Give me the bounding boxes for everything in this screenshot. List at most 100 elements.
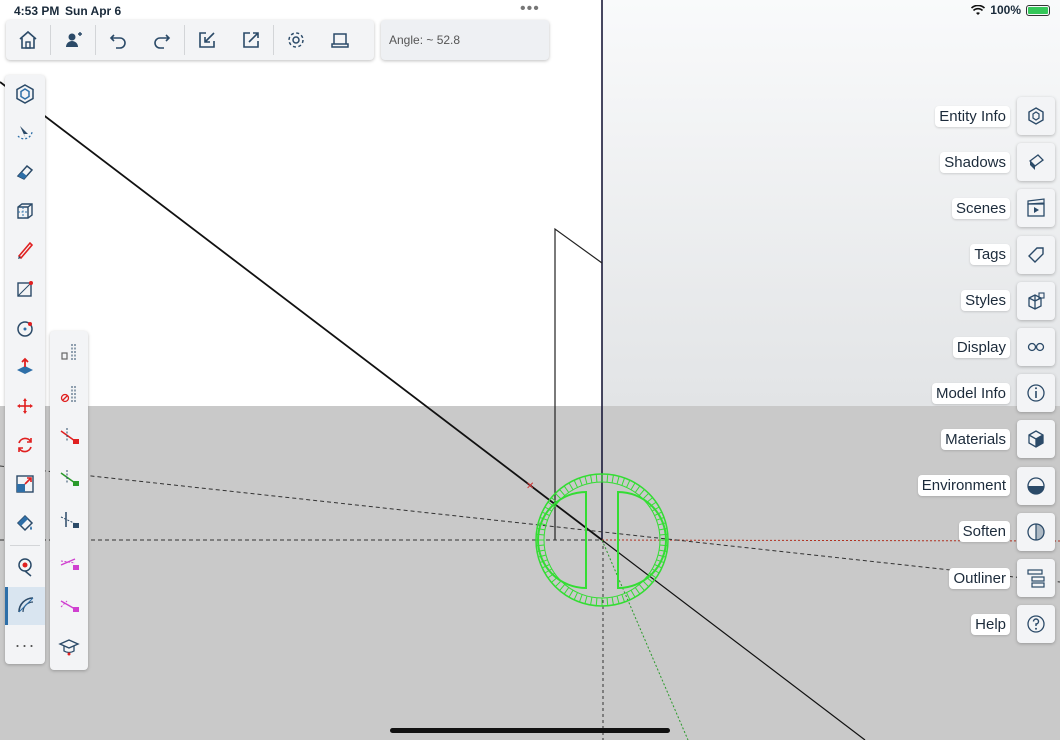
lock-magenta-icon <box>60 558 79 570</box>
panel-button-display[interactable] <box>1017 328 1055 366</box>
pencil-tool[interactable] <box>5 231 45 269</box>
panel-label-styles[interactable]: Styles <box>961 290 1010 312</box>
panel-row-tags[interactable]: Tags <box>970 235 1055 274</box>
hide-guides-icon <box>60 386 76 403</box>
box-tool[interactable] <box>5 192 45 230</box>
rectangle-tool[interactable] <box>5 270 45 308</box>
scenes-icon <box>1027 198 1045 218</box>
environment-icon <box>1027 476 1045 495</box>
shadows-icon <box>1029 154 1044 171</box>
lock-magenta-2-button[interactable] <box>50 585 88 623</box>
lock-red-axis-button[interactable] <box>50 417 88 455</box>
lock-red-axis-icon <box>60 428 79 444</box>
panel-button-soften[interactable] <box>1017 512 1055 551</box>
redo-icon <box>154 34 171 49</box>
panel-label-shadows[interactable]: Shadows <box>940 151 1010 173</box>
panel-row-display[interactable]: Display <box>952 328 1055 366</box>
diagonal-edge-continued <box>601 539 866 740</box>
panel-row-materials[interactable]: Materials <box>941 420 1055 459</box>
display-icon <box>1027 342 1045 352</box>
rotate-tool[interactable] <box>5 426 45 464</box>
panel-row-outliner[interactable]: Outliner <box>949 559 1055 597</box>
export-button[interactable] <box>229 20 273 60</box>
import-icon <box>199 32 215 48</box>
panel-row-styles[interactable]: Styles <box>961 281 1055 320</box>
measurement-box[interactable]: Angle: ~ 52.8 <box>381 20 549 60</box>
panel-button-help[interactable] <box>1017 605 1055 644</box>
scale-tool[interactable] <box>5 465 45 503</box>
lock-blue-axis-button[interactable] <box>50 501 88 539</box>
panel-label-outliner[interactable]: Outliner <box>949 567 1010 589</box>
panel-row-help[interactable]: Help <box>971 605 1055 644</box>
panel-button-tags[interactable] <box>1017 235 1055 274</box>
orbit-tool[interactable] <box>5 114 45 152</box>
panel-button-model-info[interactable] <box>1017 374 1055 413</box>
tray-button[interactable] <box>318 20 362 60</box>
protractor-tool[interactable] <box>5 587 45 625</box>
status-time: 4:53 PM <box>14 4 60 18</box>
panel-row-shadows[interactable]: Shadows <box>940 143 1055 182</box>
soften-icon <box>1027 523 1045 541</box>
panel-label-scenes[interactable]: Scenes <box>951 197 1010 219</box>
import-button[interactable] <box>185 20 229 60</box>
panel-button-outliner[interactable] <box>1017 559 1055 597</box>
panel-button-shadows[interactable] <box>1017 143 1055 182</box>
battery-icon <box>1026 4 1050 16</box>
tape-measure-icon <box>18 558 32 577</box>
tool-palette: ··· <box>5 75 45 664</box>
panel-label-model-info[interactable]: Model Info <box>931 382 1010 404</box>
pencil-icon <box>17 241 34 260</box>
redo-button[interactable] <box>140 20 184 60</box>
panel-label-entity-info[interactable]: Entity Info <box>935 105 1010 127</box>
home-button[interactable] <box>6 20 50 60</box>
lock-magenta-2-icon <box>60 600 79 612</box>
add-user-button[interactable] <box>51 20 95 60</box>
delete-guides-button[interactable] <box>50 333 88 371</box>
lock-green-axis-icon <box>60 470 79 486</box>
rectangle-icon <box>17 281 33 297</box>
panel-button-environment[interactable] <box>1017 466 1055 505</box>
model-viewport[interactable]: ✕ <box>0 0 1060 740</box>
paint-bucket-tool[interactable] <box>5 504 45 542</box>
tray-icon <box>331 33 349 48</box>
panel-row-scenes[interactable]: Scenes <box>951 189 1055 228</box>
eraser-icon <box>16 164 34 180</box>
eraser-tool[interactable] <box>5 153 45 191</box>
help-icon <box>1027 615 1045 633</box>
panel-label-soften[interactable]: Soften <box>958 521 1010 543</box>
panel-label-environment[interactable]: Environment <box>917 475 1010 497</box>
circle-tool[interactable] <box>5 309 45 347</box>
battery-fill <box>1028 6 1048 14</box>
panel-button-styles[interactable] <box>1017 281 1055 320</box>
hide-guides-button[interactable] <box>50 375 88 413</box>
panel-row-soften[interactable]: Soften <box>958 512 1055 551</box>
multitask-dots[interactable]: ••• <box>520 0 540 18</box>
panel-button-entity-info[interactable] <box>1017 97 1055 135</box>
panel-label-display[interactable]: Display <box>952 336 1010 358</box>
panel-button-materials[interactable] <box>1017 420 1055 459</box>
instructor-button[interactable] <box>50 627 88 665</box>
entity-info-icon <box>1028 107 1044 125</box>
home-indicator[interactable] <box>390 728 670 733</box>
panel-label-help[interactable]: Help <box>971 613 1010 635</box>
lock-magenta-button[interactable] <box>50 543 88 581</box>
undo-button[interactable] <box>96 20 140 60</box>
home-icon <box>19 30 37 49</box>
select-tool[interactable] <box>5 75 45 113</box>
panel-button-scenes[interactable] <box>1017 189 1055 228</box>
lock-green-axis-button[interactable] <box>50 459 88 497</box>
tape-measure-tool[interactable] <box>5 548 45 586</box>
panel-row-model-info[interactable]: Model Info <box>931 374 1055 413</box>
settings-button[interactable] <box>274 20 318 60</box>
more-tools-button[interactable]: ··· <box>5 626 45 664</box>
move-tool[interactable] <box>5 387 45 425</box>
panel-label-tags[interactable]: Tags <box>970 244 1010 266</box>
push-pull-tool[interactable] <box>5 348 45 386</box>
status-bar: 4:53 PM Sun Apr 6 ••• 100% <box>0 0 1060 22</box>
panel-row-environment[interactable]: Environment <box>917 466 1055 505</box>
panel-label-materials[interactable]: Materials <box>941 428 1010 450</box>
paint-bucket-icon <box>16 514 34 532</box>
inference-marker: ✕ <box>526 481 534 492</box>
orbit-icon <box>17 126 33 140</box>
panel-row-entity-info[interactable]: Entity Info <box>935 97 1055 135</box>
